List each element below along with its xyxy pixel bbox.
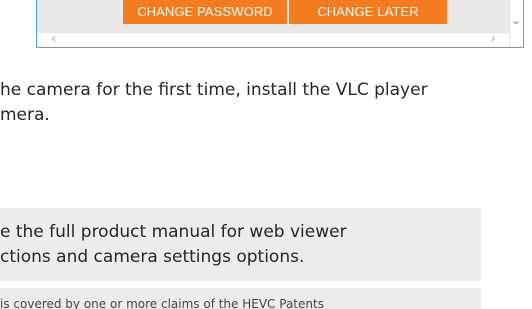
instructions-line-2: mera. bbox=[0, 105, 50, 125]
chevron-right-icon[interactable]: › bbox=[490, 31, 496, 47]
note-box: e the full product manual for web viewer… bbox=[0, 208, 481, 281]
embedded-content: CHANGE PASSWORD CHANGE LATER bbox=[37, 0, 510, 28]
note-line-1: e the full product manual for web viewer bbox=[0, 222, 347, 242]
legal-text: is covered by one or more claims of the … bbox=[0, 297, 324, 309]
instructions-paragraph: he camera for the first time, install th… bbox=[0, 78, 532, 128]
chevron-left-icon[interactable]: ‹ bbox=[51, 31, 57, 47]
change-password-button[interactable]: CHANGE PASSWORD bbox=[123, 0, 287, 24]
instructions-line-1: he camera for the first time, install th… bbox=[0, 80, 428, 100]
chevron-down-icon[interactable]: ⌄ bbox=[511, 13, 521, 27]
embedded-screenshot: CHANGE PASSWORD CHANGE LATER ‹ › ⌄ bbox=[36, 0, 524, 48]
note-text: e the full product manual for web viewer… bbox=[0, 220, 347, 270]
horizontal-scrollbar[interactable]: ‹ › bbox=[37, 31, 510, 47]
change-later-button[interactable]: CHANGE LATER bbox=[289, 0, 447, 24]
vertical-scrollbar[interactable]: ⌄ bbox=[509, 0, 523, 47]
note-line-2: ctions and camera settings options. bbox=[0, 247, 305, 267]
legal-notice: is covered by one or more claims of the … bbox=[0, 288, 481, 309]
